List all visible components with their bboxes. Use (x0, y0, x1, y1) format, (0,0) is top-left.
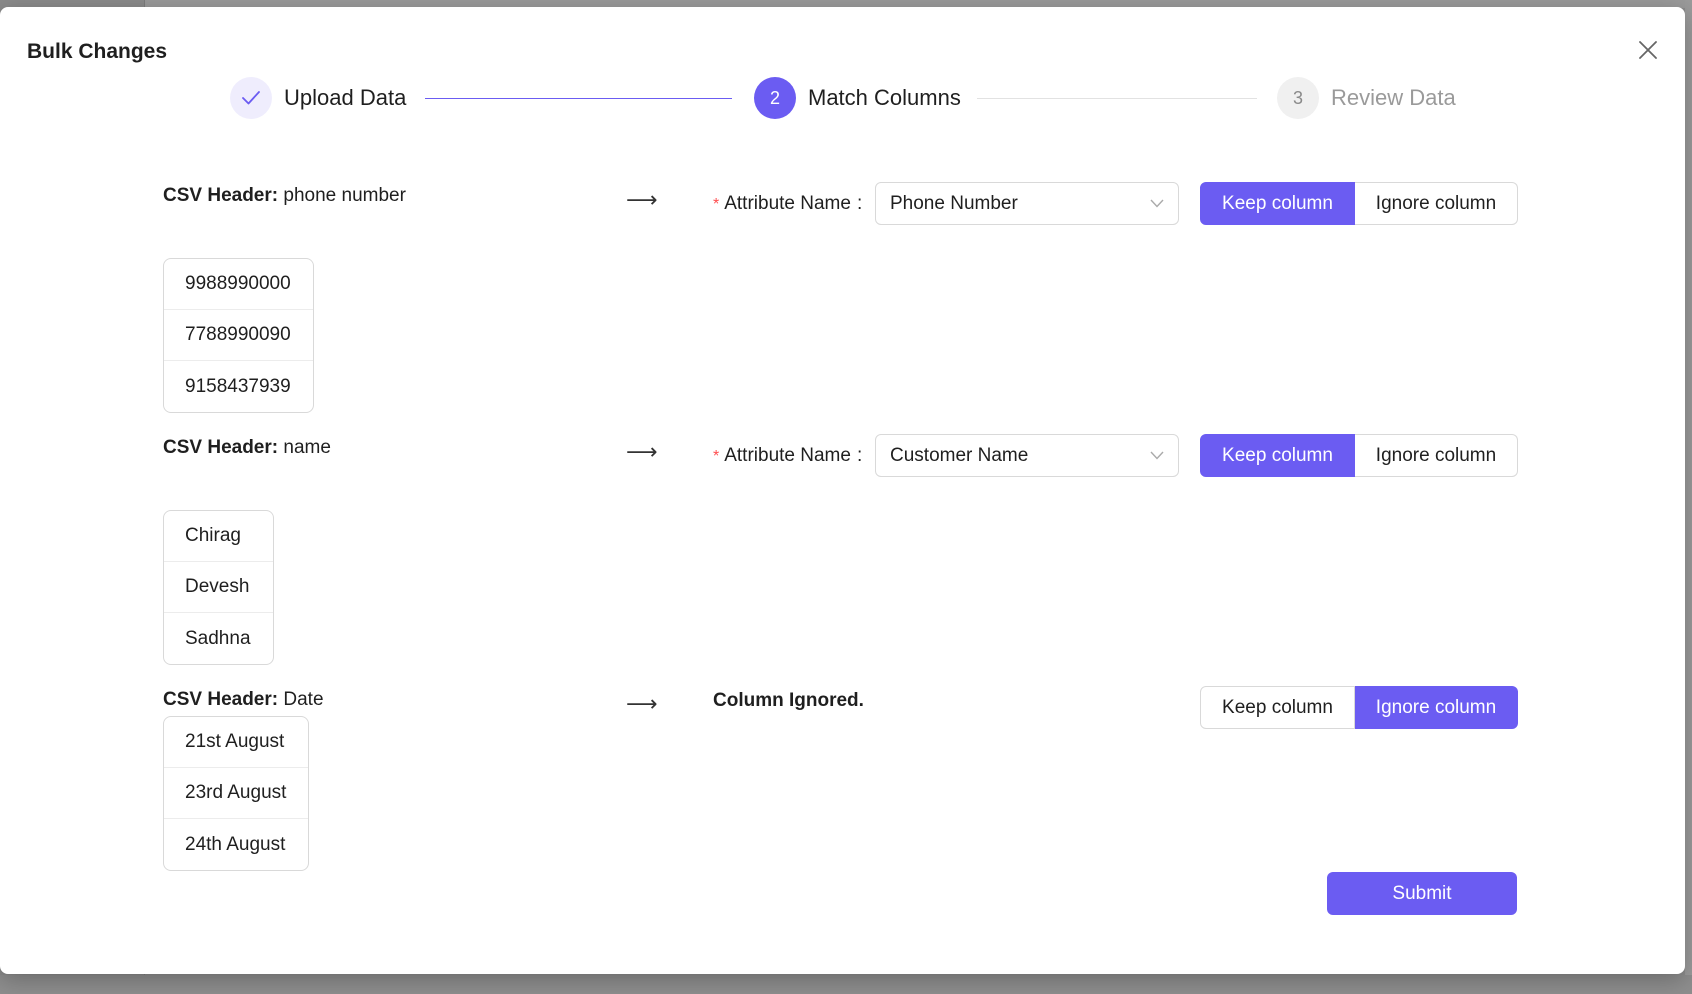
step-match-columns: 2 Match Columns (754, 77, 961, 119)
arrow-icon: ⟶ (626, 187, 658, 212)
arrow-icon: ⟶ (626, 691, 658, 716)
background-edge (1685, 0, 1692, 994)
background-footer (0, 975, 1692, 994)
modal-title: Bulk Changes (27, 40, 168, 63)
keep-ignore-toggle: Keep column Ignore column (1200, 182, 1518, 225)
csv-header-prefix: CSV Header: (163, 437, 279, 458)
keep-ignore-toggle: Keep column Ignore column (1200, 686, 1518, 729)
sample-value: Devesh (164, 562, 273, 613)
required-asterisk: * (713, 448, 720, 465)
sample-value: 23rd August (164, 768, 309, 819)
sample-value: 21st August (164, 717, 309, 768)
step-label: Upload Data (284, 85, 407, 110)
csv-header-prefix: CSV Header: (163, 185, 279, 206)
csv-header-value: Date (283, 689, 324, 710)
keep-column-button[interactable]: Keep column (1200, 182, 1355, 225)
chevron-down-icon (1150, 451, 1164, 460)
step-review-data: 3 Review Data (1277, 77, 1456, 119)
step-number-badge: 3 (1277, 77, 1319, 119)
sample-value: 24th August (185, 833, 286, 855)
sample-values-list: 21st August 23rd August 24th August (163, 716, 310, 871)
sample-value: 7788990090 (164, 310, 313, 361)
sample-value: Chirag (164, 511, 273, 562)
submit-button[interactable]: Submit (1327, 872, 1517, 915)
required-asterisk: * (713, 196, 720, 213)
sample-values-list: 9988990000 7788990090 9158437939 (163, 258, 314, 413)
csv-header-prefix: CSV Header: (163, 689, 279, 710)
csv-header-value: name (283, 437, 331, 458)
csv-header-value: phone number (283, 185, 406, 206)
csv-header-name: CSV Header: name (163, 437, 331, 459)
check-icon (242, 91, 260, 105)
column-ignored-text: Column Ignored. (713, 690, 864, 711)
chevron-down-icon (1150, 199, 1164, 208)
bulk-changes-modal: Bulk Changes Upload Data 2 Match Columns… (0, 7, 1685, 974)
keep-column-button[interactable]: Keep column (1200, 434, 1355, 477)
sample-value: Sadhna (185, 627, 251, 649)
keep-column-button[interactable]: Keep column (1200, 686, 1355, 729)
step-number-badge: 2 (754, 77, 796, 119)
sample-value: 9158437939 (185, 375, 291, 397)
sample-value: 9988990000 (164, 259, 313, 310)
keep-ignore-toggle: Keep column Ignore column (1200, 434, 1518, 477)
arrow-icon: ⟶ (626, 439, 658, 464)
attribute-select-value: Phone Number (890, 192, 1018, 214)
step-upload-data: Upload Data (230, 77, 406, 119)
close-button[interactable] (1634, 36, 1662, 64)
ignore-column-button[interactable]: Ignore column (1355, 686, 1518, 729)
attribute-name-label: * Attribute Name: (713, 445, 863, 466)
step-circle-finished (230, 77, 272, 119)
ignore-column-button[interactable]: Ignore column (1355, 182, 1518, 225)
attribute-select-value: Customer Name (890, 444, 1029, 466)
step-label: Review Data (1331, 85, 1456, 110)
attribute-select-name[interactable]: Customer Name (875, 434, 1179, 477)
attribute-name-label: * Attribute Name: (713, 193, 863, 214)
step-label: Match Columns (808, 85, 961, 110)
sample-values-list: Chirag Devesh Sadhna (163, 510, 274, 665)
step-connector-pending (977, 98, 1257, 99)
close-icon (1639, 41, 1657, 59)
attribute-select-phone[interactable]: Phone Number (875, 182, 1179, 225)
csv-header-phone: CSV Header: phone number (163, 185, 406, 207)
ignore-column-button[interactable]: Ignore column (1355, 434, 1518, 477)
step-connector-done (425, 98, 732, 99)
csv-header-date: CSV Header: Date (163, 689, 324, 711)
